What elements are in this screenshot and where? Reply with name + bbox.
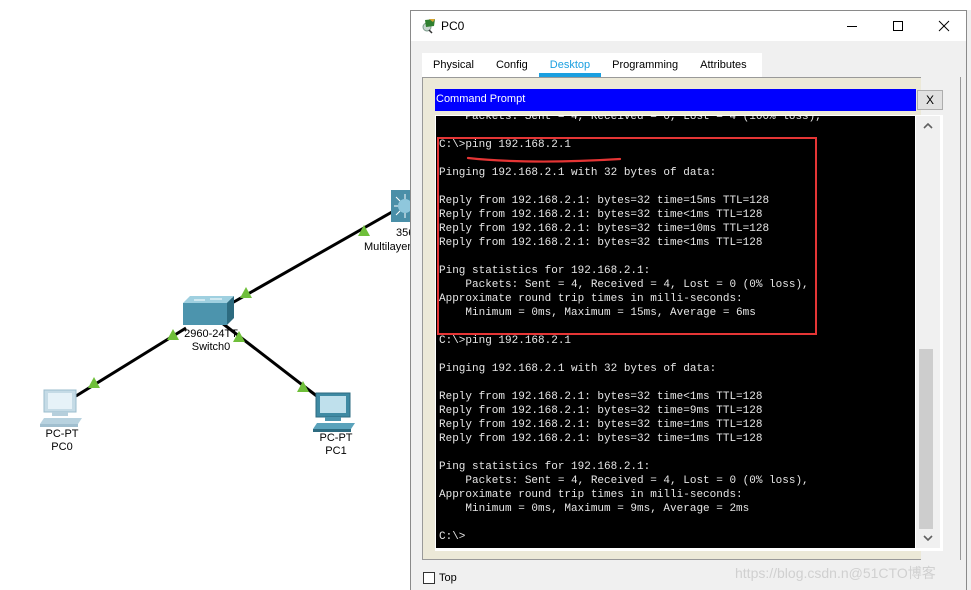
scroll-down-button[interactable] bbox=[916, 528, 940, 548]
maximize-button[interactable] bbox=[875, 11, 921, 41]
device-name: Multilayer bbox=[364, 241, 412, 253]
console-frame: Packets: Sent = 4, Received = 0, Lost = … bbox=[435, 115, 943, 551]
tab-desktop[interactable]: Desktop bbox=[538, 53, 602, 77]
command-prompt-close-button[interactable]: X bbox=[917, 90, 943, 110]
top-checkbox-label: Top bbox=[439, 572, 457, 584]
device-tabs: Physical Config Desktop Programming Attr… bbox=[422, 53, 762, 77]
tab-config[interactable]: Config bbox=[485, 53, 539, 77]
device-model: PC-PT bbox=[319, 432, 353, 444]
device-label-pc0: PC-PT PC0 bbox=[40, 428, 84, 454]
maximize-icon bbox=[893, 21, 903, 31]
top-option[interactable]: Top bbox=[423, 572, 457, 584]
device-label-switch0: 2960-24TT Switch0 bbox=[181, 328, 241, 354]
scroll-up-button[interactable] bbox=[916, 116, 940, 136]
device-label-pc1: PC-PT PC1 bbox=[314, 432, 358, 458]
window-titlebar[interactable]: PC0 bbox=[411, 11, 971, 41]
command-prompt-titlebar: Command Prompt bbox=[435, 89, 916, 111]
scroll-thumb[interactable] bbox=[919, 349, 933, 529]
console-scrollbar[interactable] bbox=[916, 116, 940, 548]
tab-physical[interactable]: Physical bbox=[422, 53, 485, 77]
link-switch-multilayer[interactable] bbox=[231, 210, 393, 305]
console-text: Packets: Sent = 4, Received = 0, Lost = … bbox=[439, 116, 822, 543]
topology-links bbox=[40, 190, 410, 432]
pc1-icon[interactable] bbox=[313, 392, 355, 432]
chevron-down-icon bbox=[923, 535, 933, 541]
switch-icon[interactable] bbox=[183, 296, 234, 325]
panel-border bbox=[960, 77, 961, 560]
tab-attributes[interactable]: Attributes bbox=[689, 53, 757, 77]
topology-canvas[interactable]: 3560- Multilayer 2960-24TT Switch0 PC-PT… bbox=[0, 0, 424, 590]
device-model: 2960-24TT bbox=[184, 328, 238, 340]
chevron-up-icon bbox=[923, 123, 933, 129]
close-button[interactable] bbox=[921, 11, 967, 41]
tab-programming[interactable]: Programming bbox=[601, 53, 689, 77]
packet-tracer-icon bbox=[421, 18, 437, 34]
watermark: https://blog.csdn.n@51CTO博客 bbox=[735, 565, 936, 581]
device-window: PC0 Physical Config Desktop Programming … bbox=[410, 10, 971, 590]
device-name: Switch0 bbox=[191, 341, 231, 353]
minimize-button[interactable] bbox=[829, 11, 875, 41]
console-output[interactable]: Packets: Sent = 4, Received = 0, Lost = … bbox=[436, 116, 915, 548]
close-icon bbox=[938, 20, 950, 32]
window-title: PC0 bbox=[441, 19, 465, 33]
device-name: PC1 bbox=[325, 445, 347, 457]
minimize-icon bbox=[847, 26, 857, 27]
pc0-icon[interactable] bbox=[40, 389, 82, 427]
device-model: PC-PT bbox=[45, 428, 79, 440]
top-checkbox[interactable] bbox=[423, 572, 435, 584]
desktop-panel: Command Prompt X Packets: Sent = 4, Rece… bbox=[422, 77, 943, 560]
multilayer-switch-icon[interactable] bbox=[391, 190, 410, 222]
command-prompt-title: Command Prompt bbox=[436, 93, 526, 105]
window-edge bbox=[966, 10, 971, 590]
device-name: PC0 bbox=[51, 441, 73, 453]
device-name-multilayer: Multilayer bbox=[364, 241, 411, 254]
